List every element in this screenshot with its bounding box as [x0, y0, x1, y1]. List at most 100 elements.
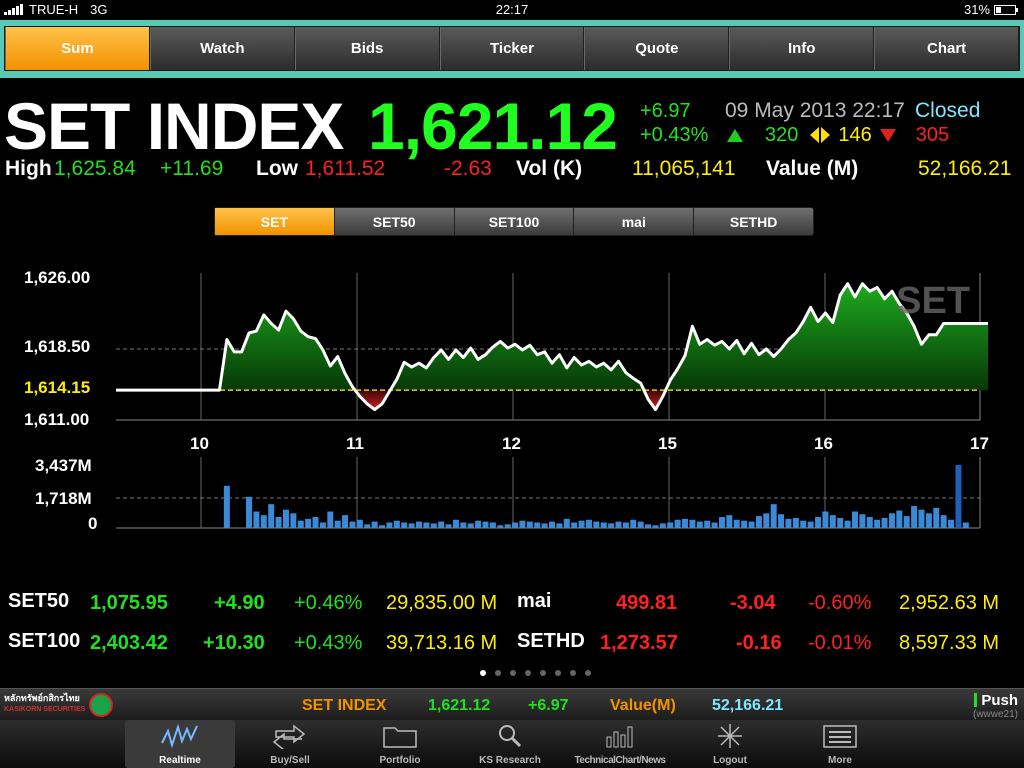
- subtab-set100[interactable]: SET100: [455, 208, 575, 235]
- toolbar-logout[interactable]: Logout: [675, 720, 785, 768]
- subtab-set50[interactable]: SET50: [335, 208, 455, 235]
- clock: 22:17: [495, 2, 529, 17]
- high-label: High: [5, 157, 52, 180]
- battery-percent: 31%: [963, 2, 990, 17]
- page-indicator[interactable]: [480, 670, 591, 676]
- volume-bar: [785, 518, 792, 528]
- volume-bar: [674, 519, 681, 528]
- value-label: Value (M): [766, 157, 859, 180]
- volume-bar: [379, 525, 386, 528]
- push-status[interactable]: Push (wwwe21): [973, 692, 1018, 720]
- volume-bar: [933, 507, 940, 528]
- volume-bar: [342, 515, 349, 528]
- volume-bar: [275, 517, 282, 528]
- tab-quote[interactable]: Quote: [584, 27, 730, 70]
- x-tick-label: 10: [190, 434, 209, 453]
- ticker-index-name: SET INDEX: [302, 697, 387, 714]
- index-pct-sethd: -0.01%: [808, 632, 872, 654]
- volume-bar: [962, 522, 969, 528]
- index-change-set50: +4.90: [214, 592, 265, 614]
- volume-bar: [319, 522, 326, 528]
- volume-label: Vol (K): [516, 157, 583, 180]
- x-tick-label: 17: [970, 434, 989, 453]
- volume-bar: [260, 515, 267, 528]
- volume-bar: [711, 522, 718, 528]
- volume-bar: [874, 519, 881, 528]
- top-tab-bar: Sum Watch Bids Ticker Quote Info Chart: [0, 20, 1024, 78]
- volume-bar: [393, 520, 400, 528]
- volume-bar: [445, 524, 452, 528]
- volume-bar: [800, 520, 807, 528]
- volume-bar: [733, 519, 740, 528]
- volume-bar: [851, 511, 858, 528]
- battery-icon: [994, 4, 1018, 15]
- volume-bar: [534, 522, 541, 528]
- volume-bar: [866, 517, 873, 528]
- volume-bar: [645, 524, 652, 528]
- subtab-sethd[interactable]: SETHD: [694, 208, 813, 235]
- broker-logo: หลักทรัพย์กสิกรไทย KASIKORN SECURITIES: [4, 693, 86, 713]
- tab-info[interactable]: Info: [729, 27, 875, 70]
- tab-watch[interactable]: Watch: [149, 27, 295, 70]
- market-breadth: 320 146 305: [725, 124, 949, 146]
- pulse-icon: [161, 723, 198, 749]
- volume-bar: [549, 521, 555, 528]
- volume-bar: [415, 521, 422, 528]
- volume-tick-label: 1,718M: [35, 489, 92, 508]
- volume-bar: [911, 506, 918, 528]
- index-value: 1,621.12: [368, 89, 618, 163]
- toolbar-buy-sell[interactable]: Buy/Sell: [235, 720, 345, 768]
- volume-bar: [475, 520, 482, 528]
- index-pct-mai: -0.60%: [808, 592, 872, 614]
- prev-close-label: 1,614.15: [24, 378, 91, 397]
- volume-bar: [423, 522, 430, 528]
- unchanged-arrows-icon: [810, 127, 831, 143]
- index-pct-set100: +0.43%: [294, 632, 363, 654]
- index-turnover-mai: 2,952.63 M: [899, 592, 1000, 614]
- volume-bar: [815, 517, 822, 528]
- index-change-percent: +0.43%: [640, 124, 709, 146]
- tab-bids[interactable]: Bids: [294, 27, 440, 70]
- volume-bar: [881, 517, 888, 528]
- volume-bar: [438, 521, 445, 528]
- volume-bar: [718, 517, 725, 528]
- broker-emblem-icon: [89, 693, 113, 717]
- volume-bar: [940, 515, 947, 528]
- toolbar-ks-research[interactable]: KS Research: [455, 720, 565, 768]
- volume-bar: [955, 465, 962, 528]
- low-value: 1,611.52: [305, 157, 386, 180]
- index-value-set100: 2,403.42: [90, 632, 168, 654]
- volume-bar: [637, 521, 644, 528]
- volume-bar: [430, 523, 437, 528]
- volume-bar: [896, 510, 903, 528]
- volume-bar: [778, 514, 785, 528]
- index-chart[interactable]: SET 1,626.00 1,618.50 1,614.15 1,611.00 …: [0, 250, 1024, 540]
- toolbar-technical-chart-news[interactable]: TechnicalChart/News: [565, 720, 675, 768]
- index-name-mai: mai: [517, 590, 552, 612]
- volume-bar: [519, 520, 526, 528]
- volume-bar: [822, 511, 829, 528]
- ticker-bar: หลักทรัพย์กสิกรไทย KASIKORN SECURITIES S…: [0, 688, 1024, 720]
- tab-chart[interactable]: Chart: [874, 27, 1020, 70]
- tab-sum[interactable]: Sum: [5, 27, 150, 70]
- subtab-set[interactable]: SET: [215, 208, 335, 235]
- market-status: Closed: [915, 99, 981, 122]
- volume-bar: [223, 485, 230, 528]
- toolbar-more[interactable]: More: [785, 720, 895, 768]
- subtab-mai[interactable]: mai: [574, 208, 695, 235]
- value-amount: 52,166.21: [918, 157, 1012, 180]
- volume-bar: [726, 515, 733, 528]
- toolbar-realtime[interactable]: Realtime: [125, 720, 235, 768]
- volume-bar: [386, 522, 393, 528]
- toolbar-portfolio[interactable]: Portfolio: [345, 720, 455, 768]
- volume-bar: [652, 525, 659, 528]
- volume-bar: [297, 520, 304, 528]
- volume-bar: [571, 522, 578, 528]
- volume-bar: [371, 521, 378, 528]
- volume-bar: [844, 520, 851, 528]
- volume-bar: [563, 518, 570, 528]
- tab-ticker[interactable]: Ticker: [439, 27, 585, 70]
- volume-bar: [829, 515, 836, 528]
- volume-bar: [556, 523, 563, 528]
- bar-chart-icon: [606, 726, 633, 748]
